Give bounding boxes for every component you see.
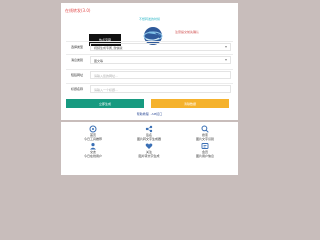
member-icon xyxy=(201,143,209,149)
tool-sub: 图片转文字生成 xyxy=(138,154,160,158)
field-label: 选择类型 xyxy=(71,45,84,49)
tool-item-follow[interactable]: 关注 图片转文字生成 xyxy=(124,142,174,158)
user-icon xyxy=(90,143,96,150)
share-icon xyxy=(145,125,153,133)
category-select[interactable]: 图文等 xyxy=(90,56,231,64)
tag-side: 注意提交前先确认 xyxy=(175,30,200,34)
tool-item-friends[interactable]: 交友 今日在线用户 xyxy=(68,142,118,158)
field-url: 短链网址 请输入您的网址... xyxy=(66,69,233,80)
tool-sub: 图片文字识别 xyxy=(195,137,214,141)
generate-button[interactable]: 立即生成 xyxy=(66,99,144,108)
chevron-down-icon xyxy=(225,59,227,61)
url-input[interactable]: 请输入您的网址... xyxy=(90,71,231,79)
field-label: 消息类别 xyxy=(71,58,84,62)
tool-sub: 图片转文字生成器 xyxy=(136,137,161,141)
reset-button[interactable]: 清除数据 xyxy=(151,99,229,108)
tool-sub: 今日工具推荐 xyxy=(83,137,102,141)
field-label: 标题名称 xyxy=(71,87,84,91)
form-card: 在线转发(3.0) 不想转发的时候 热点宝藏 注意提交前先确认 选择类型 视频生… xyxy=(61,3,238,120)
chevron-down-icon xyxy=(225,46,227,48)
tool-sub: 今日在线用户 xyxy=(83,154,102,158)
field-title: 标题名称 请输入一个标题... xyxy=(66,83,233,94)
tool-sub: 图片用户信息 xyxy=(195,154,214,158)
field-label: 短链网址 xyxy=(71,73,84,77)
tool-item-sign[interactable]: 签名 图片转文字生成器 xyxy=(124,125,174,141)
heart-icon xyxy=(145,143,153,149)
generate-button-label: 立即生成 xyxy=(98,101,111,106)
type-select-value: 视频生成专属_微信版 xyxy=(94,46,123,50)
type-select[interactable]: 视频生成专属_微信版 xyxy=(90,43,231,51)
reset-button-label: 清除数据 xyxy=(183,101,196,106)
category-select-value: 图文等 xyxy=(94,59,104,63)
help-links[interactable]: 帮助教程 · API接口 xyxy=(61,112,238,116)
tool-item-search[interactable]: 搜索 图片文字识别 xyxy=(180,125,230,141)
search-icon xyxy=(201,125,209,133)
tools-panel: 首页 今日工具推荐 签名 图片转文字生成器 搜索 图片文字识别 交友 今日在线用… xyxy=(61,122,238,175)
field-type: 选择类型 视频生成专属_微信版 xyxy=(66,41,233,52)
copyright: Copyright © 2019 极客 · 在线短链生成工具 xyxy=(119,169,181,173)
form-title: 在线转发(3.0) xyxy=(65,8,91,13)
title-input-placeholder: 请输入一个标题... xyxy=(94,88,118,92)
title-input[interactable]: 请输入一个标题... xyxy=(90,85,231,93)
gear-icon xyxy=(89,125,97,133)
tag-top: 不想转发的时候 xyxy=(139,17,161,21)
url-input-placeholder: 请输入您的网址... xyxy=(94,74,118,78)
tool-item-member[interactable]: 会员 图片用户信息 xyxy=(180,142,230,158)
tool-item-home[interactable]: 首页 今日工具推荐 xyxy=(68,125,118,141)
field-category: 消息类别 图文等 xyxy=(66,54,233,65)
